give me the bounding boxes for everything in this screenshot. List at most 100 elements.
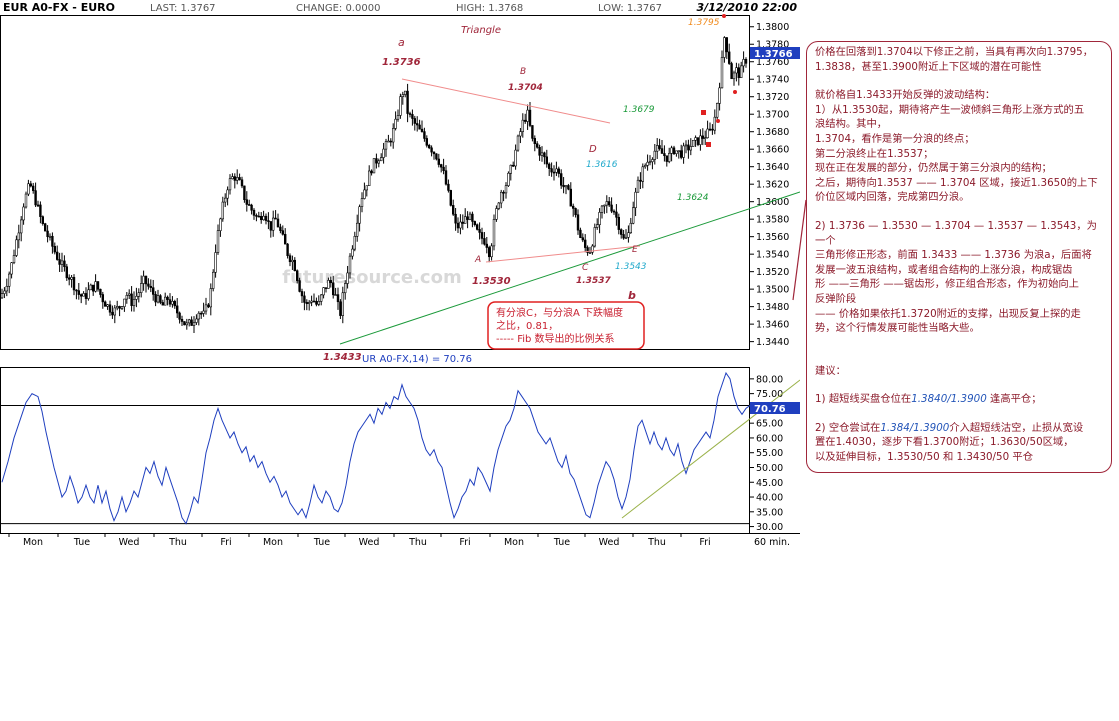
candle-body: [593, 227, 597, 247]
candle-body: [471, 213, 474, 222]
price-tick-label: 1.3500: [756, 285, 789, 296]
candle-body: [497, 202, 500, 209]
price-chart: EUR A0-FX - EURO LAST: 1.3767 CHANGE: 0.…: [0, 0, 801, 548]
candle-body: [595, 224, 599, 228]
candle-body: [603, 204, 606, 207]
wave-label-b: b: [628, 289, 636, 302]
candle-body: [389, 140, 392, 143]
note-line: 2) 1.3736 — 1.3530 — 1.3704 — 1.3537 — 1…: [815, 219, 1097, 247]
candle-body: [53, 246, 57, 253]
candle-body: [29, 183, 32, 187]
candle-body: [80, 294, 83, 297]
candle-body: [104, 301, 107, 307]
candle-body: [708, 128, 712, 131]
candle-body: [120, 306, 124, 309]
candle-body: [149, 285, 152, 288]
candle-body: [655, 145, 659, 152]
rsi-tick-label: 35.00: [756, 507, 783, 518]
candle-body: [363, 189, 366, 199]
candle-body: [576, 214, 580, 231]
x-tick-label: Mon: [23, 537, 43, 548]
rsi-tick-label: 50.00: [756, 463, 783, 474]
candle-body: [617, 216, 621, 230]
candle-body: [715, 103, 719, 118]
candle-body: [447, 183, 450, 191]
candle-body: [739, 65, 743, 78]
candle-body: [639, 179, 642, 182]
candle-body: [358, 206, 361, 224]
candle-body: [224, 197, 227, 203]
price-label-1-3433: 1.3433: [323, 352, 362, 363]
x-tick-label: 60 min.: [754, 537, 790, 548]
candle-body: [399, 96, 402, 116]
note-line: 之后，期待向1.3537 —— 1.3704 区域，接近1.3650的上下: [815, 176, 1098, 189]
change-label: CHANGE: 0.0000: [296, 3, 380, 14]
candle-body: [351, 248, 354, 257]
candle-body: [432, 151, 436, 155]
candle-body: [339, 301, 342, 316]
candle-body: [3, 290, 6, 294]
candle-body: [437, 158, 440, 165]
candle-body: [92, 284, 95, 292]
price-tick-label: 1.3560: [756, 232, 789, 243]
wave-label-A: A: [474, 255, 481, 265]
candle-body: [679, 150, 683, 158]
price-tick-label: 1.3460: [756, 320, 789, 331]
candle-body: [612, 210, 616, 213]
candle-body: [274, 217, 277, 220]
price-tick-label: 1.3600: [756, 197, 789, 208]
candle-body: [653, 150, 657, 160]
candle-body: [63, 260, 66, 268]
candle-body: [281, 230, 284, 235]
low-label: LOW: 1.3767: [598, 3, 662, 14]
candle-body: [627, 232, 630, 238]
candle-body: [691, 139, 695, 147]
advice-1-price: 1.3840/1.3900: [911, 393, 987, 406]
candle-body: [262, 215, 265, 221]
candle-body: [142, 275, 145, 284]
candle-body: [696, 137, 700, 145]
candle-body: [406, 90, 409, 114]
candle-body: [305, 302, 308, 304]
chart-area: EUR A0-FX - EURO LAST: 1.3767 CHANGE: 0.…: [0, 0, 801, 550]
candle-body: [451, 205, 455, 215]
candle-body: [0, 293, 4, 299]
rsi-tick-label: 30.00: [756, 522, 783, 533]
candle-body: [353, 236, 356, 250]
candle-body: [140, 283, 143, 293]
rsi-tick-label: 80.00: [756, 374, 783, 385]
candle-body: [41, 216, 45, 224]
price-label-1-3616: 1.3616: [586, 160, 618, 170]
candle-body: [283, 233, 287, 245]
candle-body: [442, 166, 445, 172]
candle-body: [46, 230, 49, 238]
candle-body: [82, 293, 85, 297]
candle-body: [219, 218, 222, 232]
candle-body: [365, 185, 368, 191]
candle-body: [22, 206, 25, 221]
x-tick-label: Wed: [119, 537, 140, 548]
wave-label-E: E: [632, 245, 638, 255]
candle-body: [449, 190, 452, 206]
candle-body: [466, 216, 469, 220]
price-axis-ticks: 1.38001.37801.37601.37401.37201.37001.36…: [749, 22, 789, 348]
candle-body: [444, 170, 448, 185]
candle-body: [60, 260, 64, 265]
wave-label-C: C: [582, 263, 589, 273]
triangle-title: Triangle: [461, 25, 501, 36]
candle-body: [336, 294, 340, 303]
candle-body: [519, 131, 522, 137]
candle-body: [341, 292, 344, 316]
marker-dot: [722, 14, 726, 18]
candle-body: [619, 229, 623, 235]
candle-body: [276, 218, 280, 228]
price-tick-label: 1.3740: [756, 75, 789, 86]
candle-body: [456, 222, 460, 229]
candle-body: [113, 307, 117, 316]
candle-body: [343, 283, 347, 294]
price-tick-label: 1.3520: [756, 267, 789, 278]
candle-body: [315, 300, 318, 305]
candle-body: [94, 281, 97, 292]
candle-body: [252, 209, 256, 216]
watermark: futuresource.com: [282, 267, 461, 288]
